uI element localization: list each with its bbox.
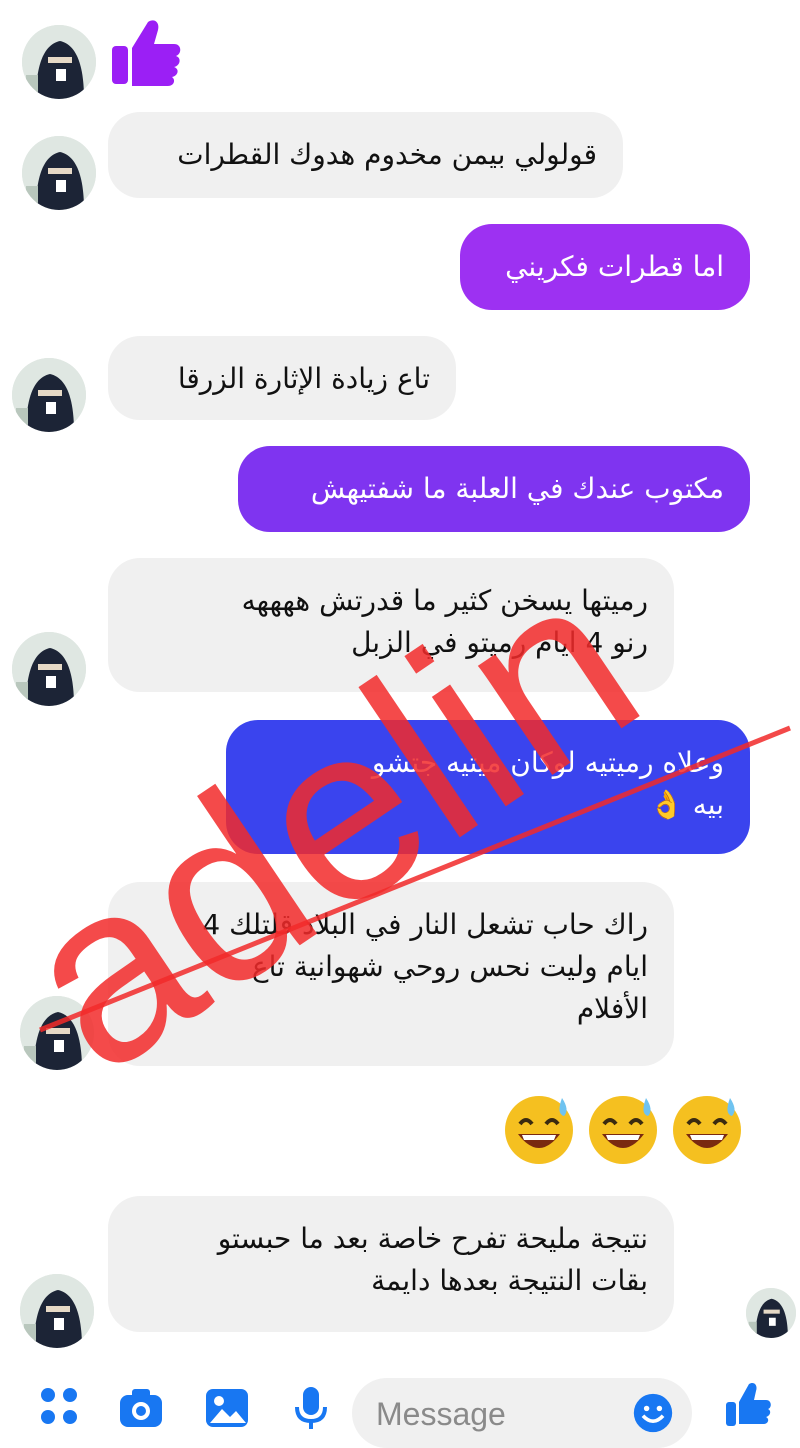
incoming-message-bubble[interactable]: قولولي بيمن مخدوم هدوك القطرات [108,112,623,198]
microphone-icon[interactable] [288,1383,334,1429]
message-text: بقات النتيجة بعدها دايمة [371,1264,648,1297]
outgoing-emoji-message[interactable] [500,1090,746,1168]
incoming-message-bubble[interactable]: تاع زيادة الإثارة الزرقا [108,336,456,420]
message-text: اما قطرات فكريني [505,250,724,283]
sweat-smile-emoji-icon [589,1096,657,1164]
camera-icon[interactable] [118,1383,164,1429]
message-text: تاع زيادة الإثارة الزرقا [177,362,430,395]
contact-avatar[interactable] [12,632,86,706]
seen-receipt-avatar [746,1288,796,1338]
message-text: قولولي بيمن مخدوم هدوك القطرات [177,138,597,171]
apps-icon[interactable] [36,1383,82,1429]
sweat-smile-emoji-icon [673,1096,741,1164]
message-text: نتيجة مليحة تفرح خاصة بعد ما حبستو [217,1222,648,1255]
incoming-message-bubble[interactable]: رميتها يسخن كثير ما قدرتش ههههه رنو 4 اي… [108,558,674,692]
incoming-message-bubble[interactable]: نتيجة مليحة تفرح خاصة بعد ما حبستو بقات … [108,1196,674,1332]
contact-avatar[interactable] [22,136,96,210]
contact-avatar[interactable] [12,358,86,432]
thumbs-up-icon[interactable] [724,1380,772,1428]
message-input[interactable]: Message [352,1378,692,1448]
emoji-icon[interactable] [632,1392,674,1434]
message-text: الأفلام [576,992,648,1025]
contact-avatar[interactable] [20,1274,94,1348]
message-text: رميتها يسخن كثير ما قدرتش ههههه [241,584,648,617]
message-input-placeholder: Message [376,1396,506,1432]
contact-avatar[interactable] [20,996,94,1070]
outgoing-message-bubble[interactable]: وعلاه رميتيه لوكان ميتيه جتشو بيه 👌 [226,720,750,854]
message-text: رنو 4 ايام رميتو في الزبل [351,626,648,659]
contact-avatar[interactable] [22,25,96,99]
message-text: وعلاه رميتيه لوكان ميتيه جتشو [371,746,724,779]
message-text: راك حاب تشعل النار في البلاد قلتلك 4 [202,908,648,941]
incoming-message-bubble[interactable]: راك حاب تشعل النار في البلاد قلتلك 4 ايا… [108,882,674,1066]
message-text: ايام وليت نحس روحي شهوانية تاع [251,950,648,983]
message-text: بيه 👌 [648,788,724,821]
image-icon[interactable] [204,1383,250,1429]
thumbs-up-icon [108,12,184,88]
outgoing-message-bubble[interactable]: مكتوب عندك في العلبة ما شفتيهش [238,446,750,532]
message-text: مكتوب عندك في العلبة ما شفتيهش [310,472,724,505]
outgoing-message-bubble[interactable]: اما قطرات فكريني [460,224,750,310]
sweat-smile-emoji-icon [505,1096,573,1164]
